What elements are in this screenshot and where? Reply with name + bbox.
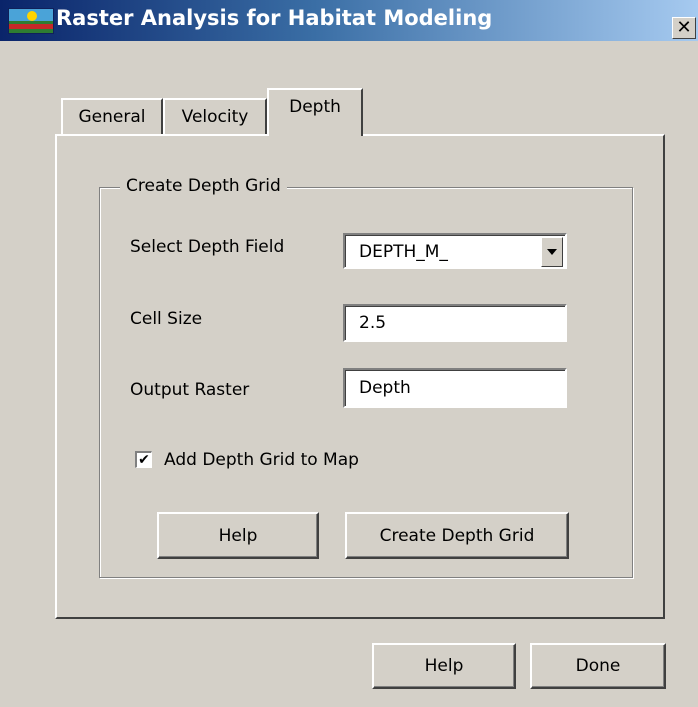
cell-size-field[interactable] [343, 304, 567, 342]
group-legend: Create Depth Grid [120, 176, 287, 196]
depth-field-value: DEPTH_M_ [359, 242, 448, 262]
help-button[interactable]: Help [372, 643, 516, 689]
close-icon[interactable]: ✕ [672, 17, 696, 39]
window-title: Raster Analysis for Habitat Modeling [56, 6, 493, 30]
create-depth-grid-button[interactable]: Create Depth Grid [345, 512, 569, 559]
depth-field-select[interactable]: DEPTH_M_ [343, 233, 567, 269]
done-button[interactable]: Done [530, 643, 666, 689]
habitat-map-icon[interactable] [8, 8, 54, 34]
tab-depth[interactable]: Depth [267, 88, 363, 136]
add-to-map-checkbox[interactable]: ✔ [135, 451, 152, 468]
output-raster-label: Output Raster [130, 380, 250, 400]
cell-size-label: Cell Size [130, 309, 203, 329]
select-depth-field-label: Select Depth Field [130, 237, 285, 257]
output-raster-field[interactable] [343, 368, 567, 408]
output-raster-input[interactable] [345, 370, 565, 406]
create-depth-grid-label: Create Depth Grid [379, 525, 535, 546]
cell-size-input[interactable] [345, 306, 565, 340]
sun-shape [27, 11, 37, 21]
done-label: Done [575, 656, 621, 676]
title-bar[interactable]: Raster Analysis for Habitat Modeling [0, 0, 698, 41]
group-help-button[interactable]: Help [157, 512, 319, 559]
chevron-down-icon[interactable] [541, 237, 563, 267]
tab-velocity-label: Velocity [181, 107, 249, 127]
add-to-map-label[interactable]: Add Depth Grid to Map [164, 450, 359, 470]
group-help-label: Help [218, 525, 258, 546]
river-shape [9, 24, 53, 29]
tab-general-label: General [78, 107, 146, 127]
tab-general[interactable]: General [61, 98, 163, 134]
tab-velocity[interactable]: Velocity [163, 98, 267, 134]
tab-depth-label: Depth [289, 97, 341, 117]
help-label: Help [424, 656, 464, 676]
